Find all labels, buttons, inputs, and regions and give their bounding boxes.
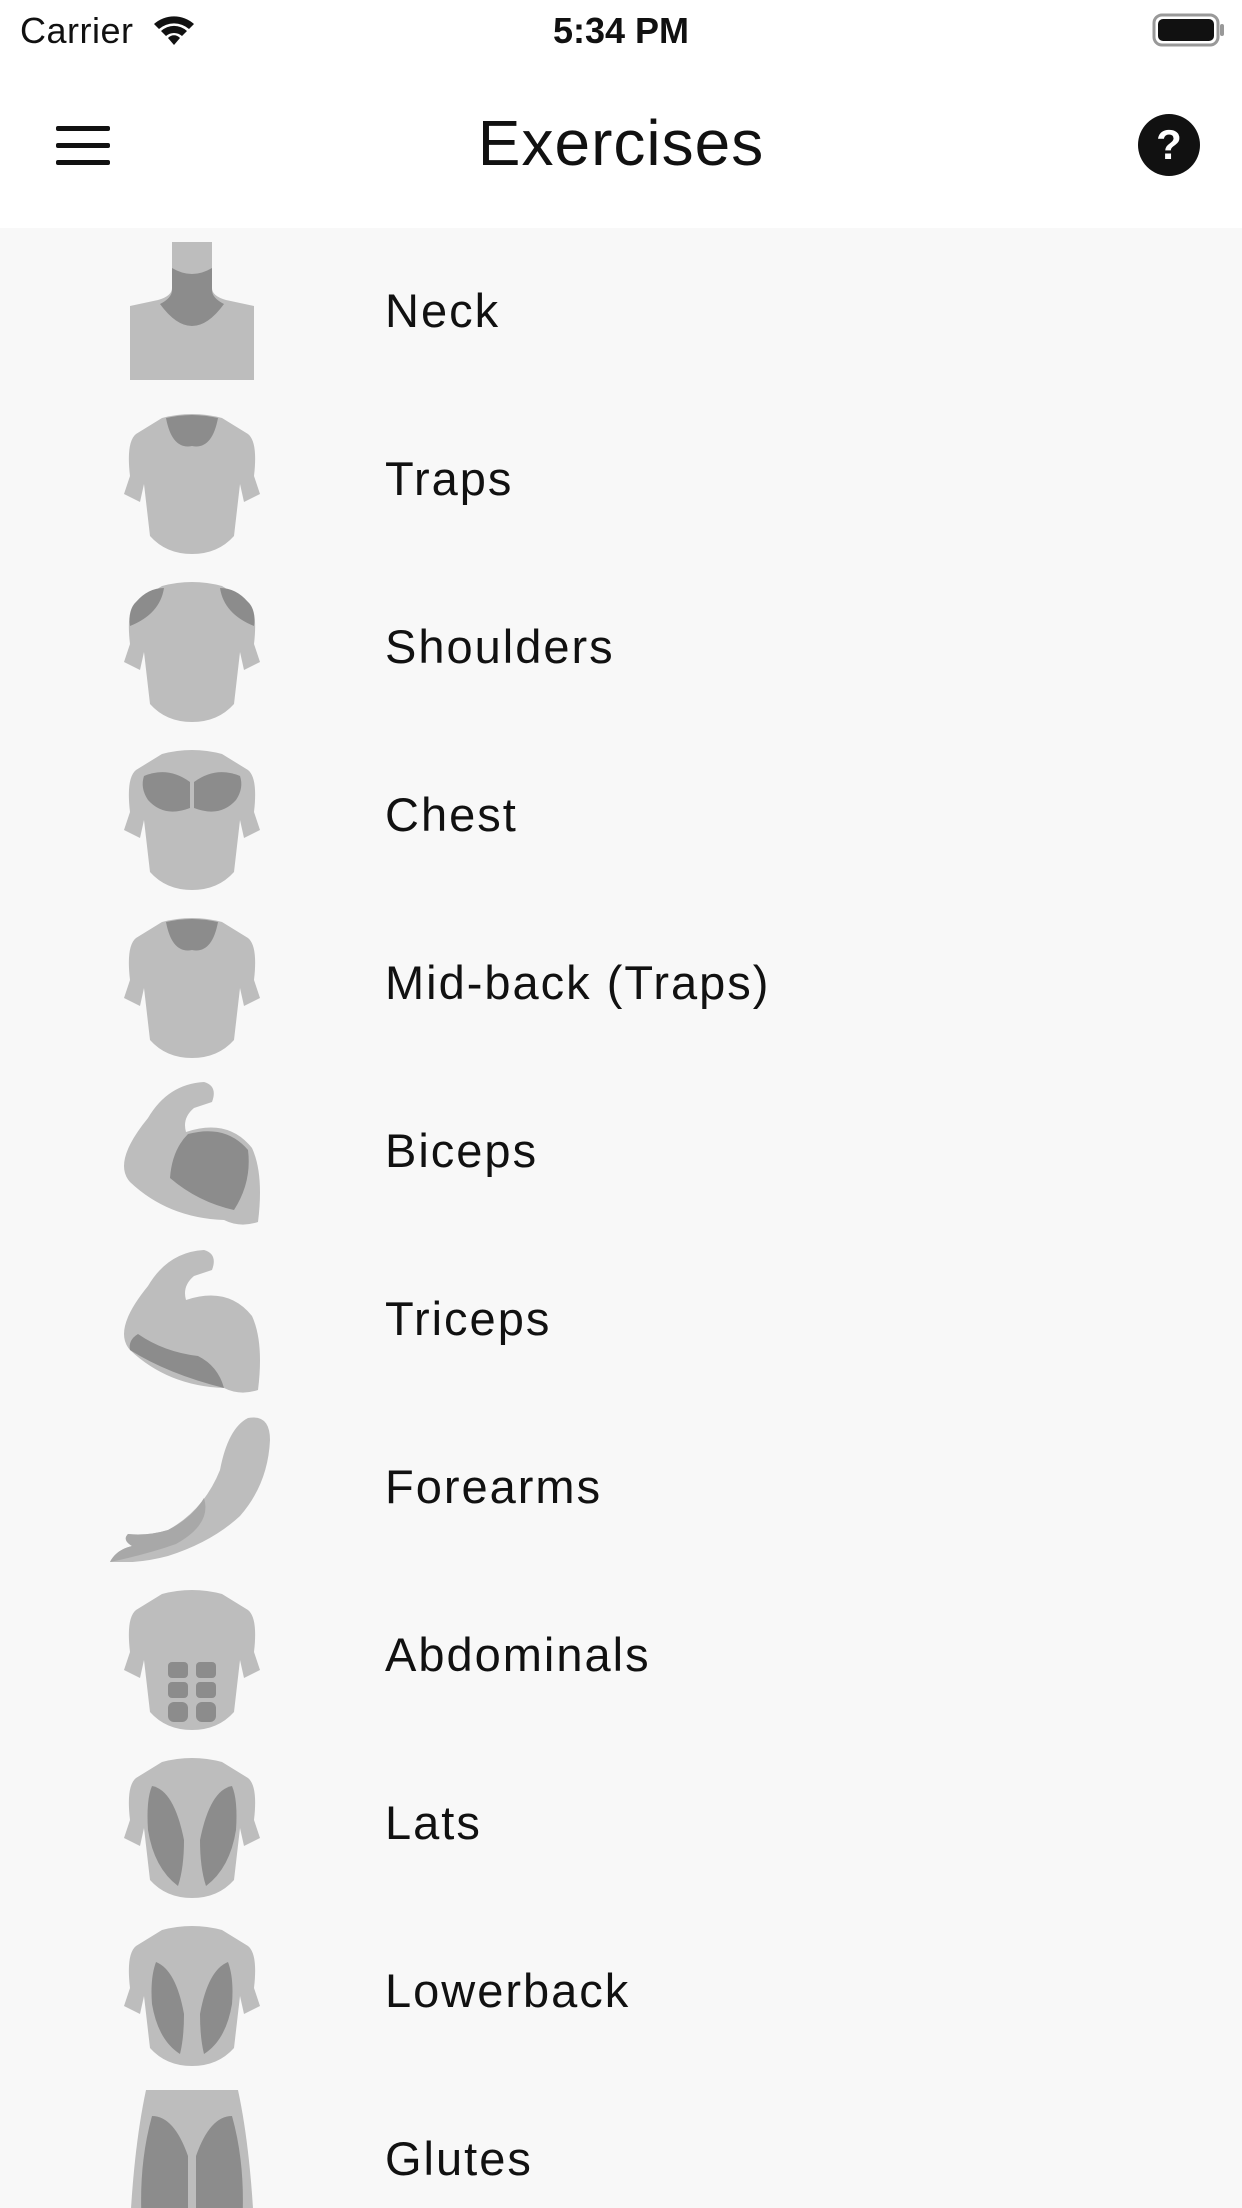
list-item-lats[interactable]: Lats [0,1740,1242,1908]
list-item-abdominals[interactable]: Abdominals [0,1572,1242,1740]
list-item-label: Chest [385,788,518,841]
biceps-icon [124,1082,260,1225]
list-item-biceps[interactable]: Biceps [0,1068,1242,1236]
list-item-chest[interactable]: Chest [0,732,1242,900]
list-item-label: Mid-back (Traps) [385,956,771,1009]
mid-back-icon [124,918,260,1058]
list-item-triceps[interactable]: Triceps [0,1236,1242,1404]
list-item-label: Neck [385,284,501,337]
list-item-shoulders[interactable]: Shoulders [0,564,1242,732]
list-item-label: Biceps [385,1124,539,1177]
muscle-group-list[interactable]: Neck Traps Shoulders Chest Mid-back (Tra… [0,228,1242,2208]
list-item-label: Triceps [385,1292,552,1345]
page-title: Exercises [477,107,765,179]
neck-icon [130,242,254,380]
abdominals-icon [124,1590,260,1730]
list-item-forearms[interactable]: Forearms [0,1404,1242,1572]
list-item-label: Lowerback [385,1964,631,2017]
list-item-neck[interactable]: Neck [0,228,1242,396]
shoulders-icon [124,582,260,722]
battery-full-icon [1152,13,1224,47]
forearms-icon [110,1417,270,1562]
list-item-label: Lats [385,1796,482,1849]
list-item-label: Glutes [385,2132,533,2185]
lowerback-icon [124,1926,260,2066]
list-item-label: Abdominals [385,1628,651,1681]
traps-icon [124,414,260,554]
chest-icon [124,750,260,890]
question-circle-icon[interactable]: ? [1136,112,1202,178]
list-item-traps[interactable]: Traps [0,396,1242,564]
list-item-mid-back[interactable]: Mid-back (Traps) [0,900,1242,1068]
triceps-icon [124,1250,260,1393]
list-item-label: Shoulders [385,620,615,673]
status-time: 5:34 PM [552,10,690,51]
list-item-glutes[interactable]: Glutes [0,2076,1242,2208]
lats-icon [124,1758,260,1898]
svg-text:?: ? [1156,121,1182,168]
navigation-bar: Exercises ? [0,62,1242,228]
status-bar: Carrier 5:34 PM [0,0,1242,62]
list-item-label: Forearms [385,1460,603,1513]
list-item-label: Traps [385,452,514,505]
glutes-icon [131,2090,253,2208]
list-item-lowerback[interactable]: Lowerback [0,1908,1242,2076]
